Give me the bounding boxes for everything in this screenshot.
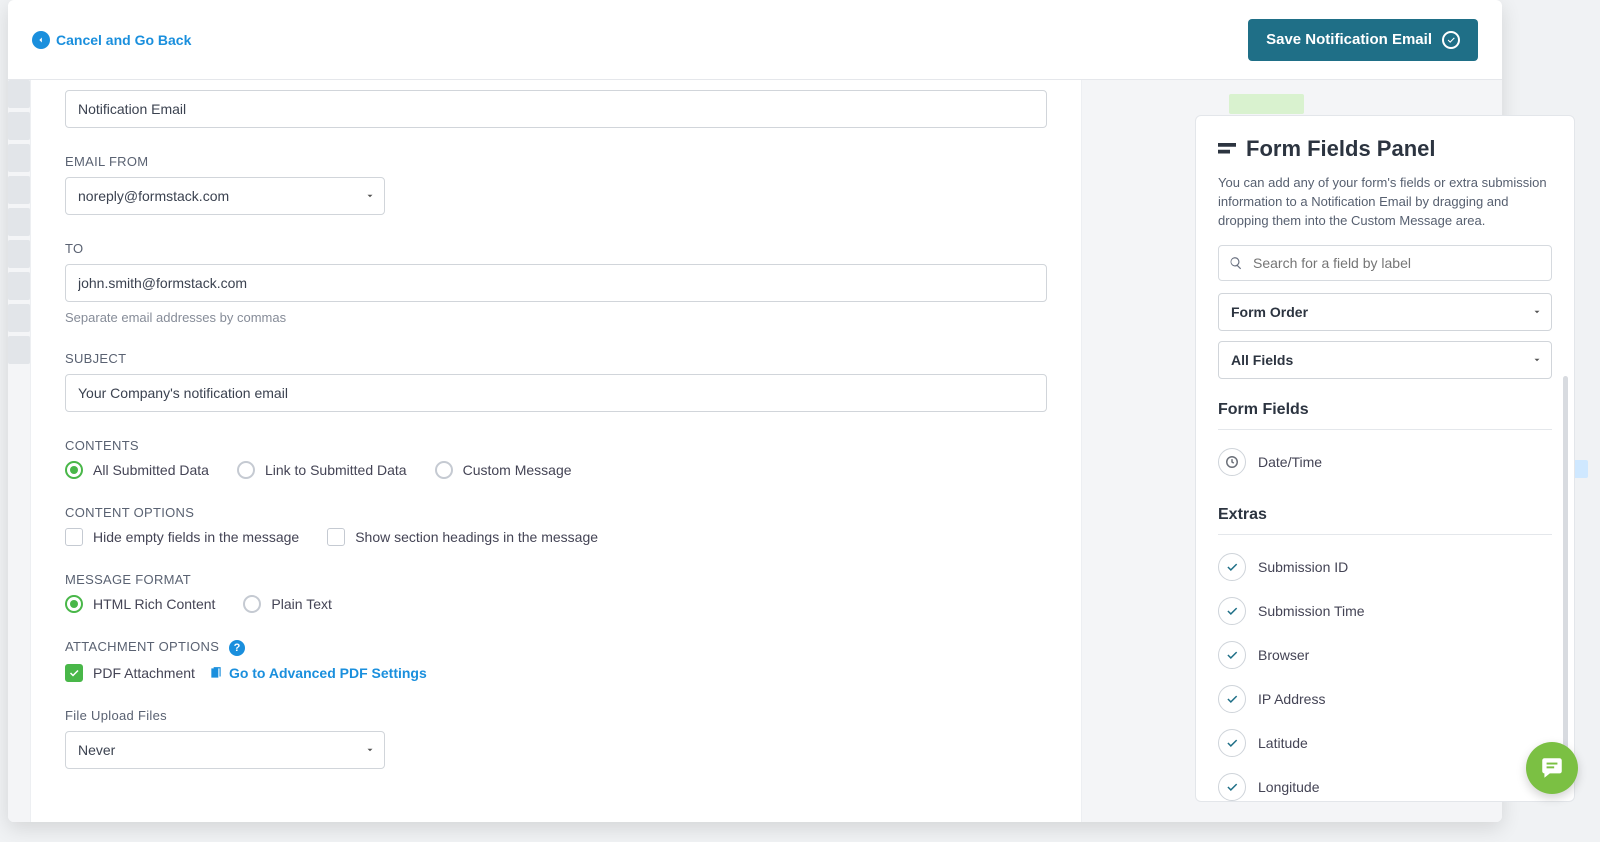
file-upload-files-label: File Upload Files [65, 708, 1047, 723]
radio-label: All Submitted Data [93, 462, 209, 478]
panel-search-input[interactable] [1251, 254, 1541, 272]
to-input[interactable] [65, 264, 1047, 302]
radio-label: Link to Submitted Data [265, 462, 407, 478]
search-icon [1229, 256, 1243, 270]
subject-input[interactable] [65, 374, 1047, 412]
name-input[interactable] [65, 90, 1047, 128]
file-upload-files-select[interactable] [65, 731, 385, 769]
panel-description: You can add any of your form's fields or… [1218, 174, 1552, 231]
cancel-go-back-link[interactable]: Cancel and Go Back [32, 31, 191, 49]
form-fields-panel: Form Fields Panel You can add any of you… [1195, 115, 1575, 802]
radio-custom-message[interactable]: Custom Message [435, 461, 572, 479]
attachment-options-label: ATTACHMENT OPTIONS ? [65, 639, 1047, 656]
extra-item-submission-id[interactable]: Submission ID [1218, 545, 1552, 589]
radio-all-submitted-data[interactable]: All Submitted Data [65, 461, 209, 479]
clock-icon [1218, 448, 1246, 476]
form-fields-heading: Form Fields [1218, 401, 1552, 430]
scrollbar[interactable] [1563, 376, 1568, 783]
panel-filter-select[interactable] [1218, 341, 1552, 379]
main-form-column: EMAIL FROM TO Separate email addresses b… [30, 80, 1082, 822]
extra-item-label: Submission ID [1258, 559, 1348, 575]
checkbox-label: Show section headings in the message [355, 529, 598, 545]
panel-icon [1218, 136, 1236, 162]
save-button[interactable]: Save Notification Email [1248, 19, 1478, 61]
check-icon [1218, 773, 1246, 801]
radio-link-to-submitted-data[interactable]: Link to Submitted Data [237, 461, 407, 479]
check-icon [1218, 597, 1246, 625]
email-from-label: EMAIL FROM [65, 154, 1047, 169]
checkbox-label: Hide empty fields in the message [93, 529, 299, 545]
left-gutter [8, 80, 30, 822]
checkbox-show-sections[interactable]: Show section headings in the message [327, 528, 598, 546]
check-circle-icon [1442, 31, 1460, 49]
extra-item-submission-time[interactable]: Submission Time [1218, 589, 1552, 633]
extra-item-label: Browser [1258, 647, 1309, 663]
extra-item-browser[interactable]: Browser [1218, 633, 1552, 677]
extra-item-label: Submission Time [1258, 603, 1365, 619]
help-fab[interactable] [1526, 742, 1578, 794]
radio-icon [243, 595, 261, 613]
check-icon [1218, 641, 1246, 669]
checkbox-label: PDF Attachment [93, 665, 195, 681]
save-button-label: Save Notification Email [1266, 31, 1432, 48]
radio-icon [65, 461, 83, 479]
extra-item-label: Latitude [1258, 735, 1308, 751]
attachment-options-text: ATTACHMENT OPTIONS [65, 639, 219, 654]
radio-icon [237, 461, 255, 479]
pdf-settings-icon [209, 666, 223, 680]
cancel-go-back-label: Cancel and Go Back [56, 32, 191, 48]
subject-label: SUBJECT [65, 351, 1047, 366]
checkbox-hide-empty[interactable]: Hide empty fields in the message [65, 528, 299, 546]
chat-icon [1539, 755, 1565, 781]
to-helper-text: Separate email addresses by commas [65, 310, 1047, 325]
field-item-datetime[interactable]: Date/Time [1218, 440, 1552, 484]
panel-search[interactable] [1218, 245, 1552, 281]
advanced-pdf-settings-link[interactable]: Go to Advanced PDF Settings [209, 665, 427, 681]
to-label: TO [65, 241, 1047, 256]
extras-heading: Extras [1218, 506, 1552, 535]
message-format-label: MESSAGE FORMAT [65, 572, 1047, 587]
check-icon [1218, 685, 1246, 713]
radio-icon [65, 595, 83, 613]
extra-item-latitude[interactable]: Latitude [1218, 721, 1552, 765]
radio-plain-text[interactable]: Plain Text [243, 595, 331, 613]
radio-label: Custom Message [463, 462, 572, 478]
checkbox-checked-icon [65, 664, 83, 682]
panel-title-text: Form Fields Panel [1246, 136, 1436, 162]
radio-html-rich[interactable]: HTML Rich Content [65, 595, 215, 613]
radio-label: Plain Text [271, 596, 331, 612]
check-icon [1218, 729, 1246, 757]
contents-label: CONTENTS [65, 438, 1047, 453]
content-options-label: CONTENT OPTIONS [65, 505, 1047, 520]
radio-label: HTML Rich Content [93, 596, 215, 612]
top-bar: Cancel and Go Back Save Notification Ema… [8, 0, 1502, 80]
extra-item-ip-address[interactable]: IP Address [1218, 677, 1552, 721]
checkbox-pdf-attachment[interactable]: PDF Attachment [65, 664, 195, 682]
extra-item-label: Longitude [1258, 779, 1320, 795]
help-icon[interactable]: ? [229, 640, 245, 656]
advanced-pdf-settings-label: Go to Advanced PDF Settings [229, 665, 427, 681]
panel-order-select[interactable] [1218, 293, 1552, 331]
checkbox-icon [327, 528, 345, 546]
extra-item-label: IP Address [1258, 691, 1325, 707]
background-chip [1229, 94, 1304, 114]
email-from-select[interactable] [65, 177, 385, 215]
panel-title: Form Fields Panel [1218, 136, 1552, 162]
checkbox-icon [65, 528, 83, 546]
radio-icon [435, 461, 453, 479]
check-icon [1218, 553, 1246, 581]
arrow-left-circle-icon [32, 31, 50, 49]
field-item-label: Date/Time [1258, 454, 1322, 470]
extra-item-longitude[interactable]: Longitude [1218, 765, 1552, 802]
